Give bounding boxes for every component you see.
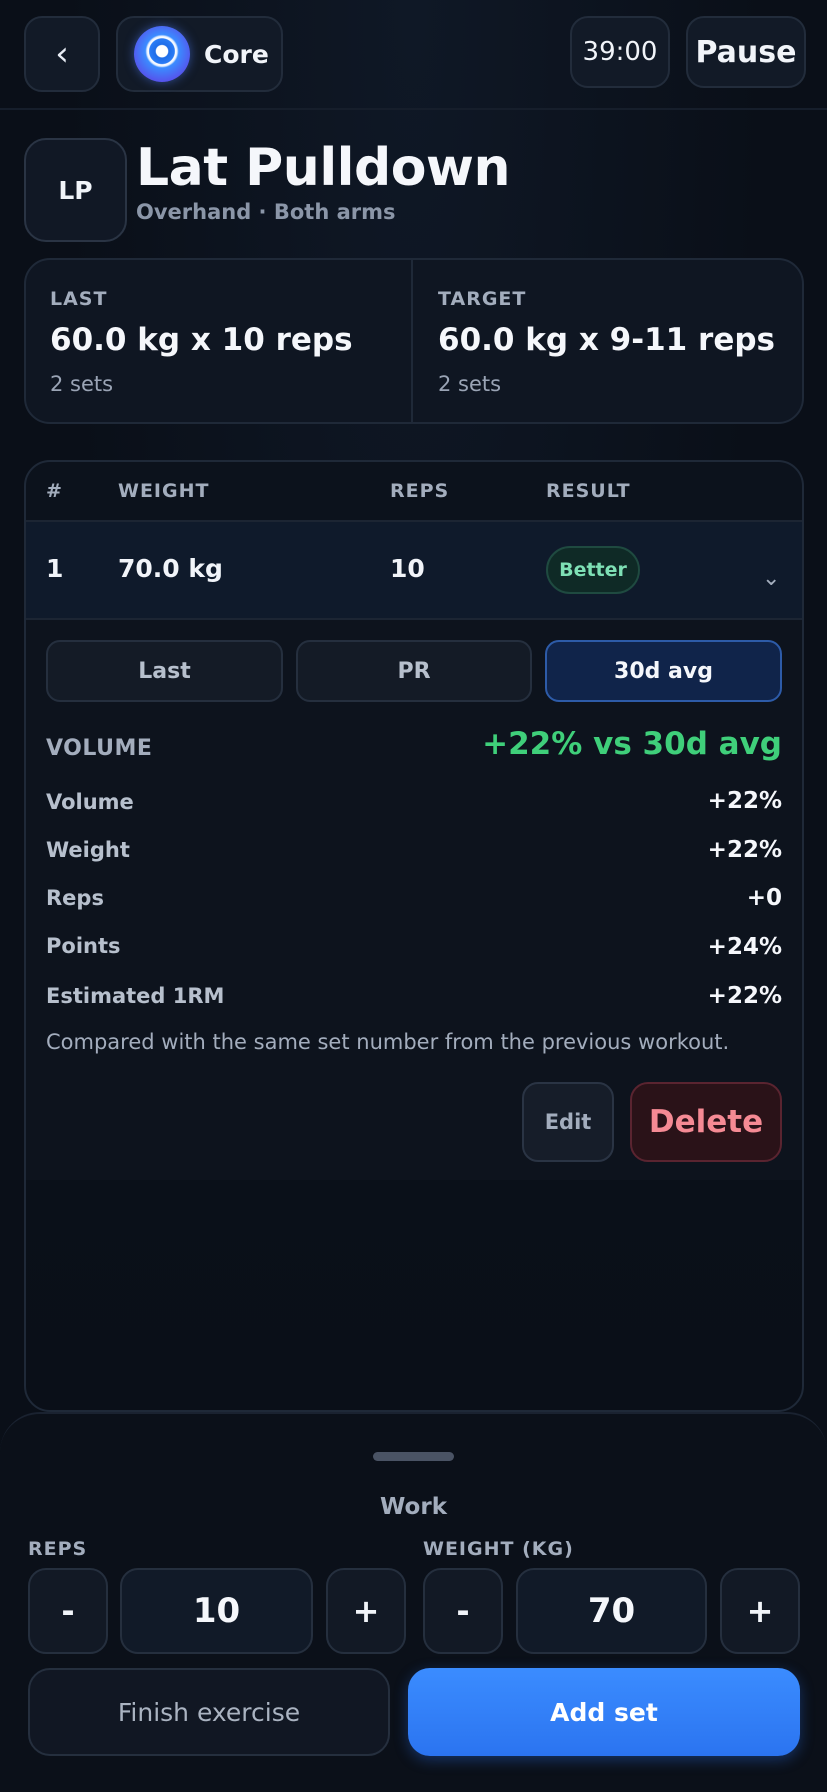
- reps-input[interactable]: 10: [120, 1568, 313, 1654]
- program-label: Core: [204, 39, 269, 69]
- target-sets: 2 sets: [438, 372, 502, 396]
- tab-pr[interactable]: PR: [296, 640, 532, 702]
- chevron-down-icon[interactable]: ⌄: [762, 566, 780, 591]
- last-label: LAST: [50, 288, 108, 310]
- metric-value-1rm: +22%: [707, 983, 782, 1009]
- comparison-note: Compared with the same set number from t…: [46, 1030, 730, 1054]
- reps-increment-button[interactable]: +: [326, 1568, 406, 1654]
- metric-value-reps: +0: [746, 885, 782, 911]
- pause-button[interactable]: Pause: [686, 16, 806, 88]
- header-divider: [0, 108, 827, 110]
- weight-label: WEIGHT (KG): [423, 1538, 574, 1560]
- weight-input[interactable]: 70: [516, 1568, 707, 1654]
- delete-button[interactable]: Delete: [630, 1082, 782, 1162]
- exercise-subtitle: Overhand · Both arms: [136, 200, 396, 224]
- chevron-left-icon: ‹: [55, 34, 69, 74]
- set-weight: 70.0 kg: [118, 554, 223, 583]
- metric-label-1rm: Estimated 1RM: [46, 984, 225, 1008]
- comparison-summary: +22% vs 30d avg: [482, 726, 782, 762]
- weight-decrement-button[interactable]: -: [423, 1568, 503, 1654]
- last-target-divider: [411, 260, 413, 422]
- col-header-number: #: [46, 480, 63, 502]
- metric-value-weight: +22%: [707, 837, 782, 863]
- tab-30d-avg[interactable]: 30d avg: [545, 640, 782, 702]
- col-header-result: RESULT: [546, 480, 631, 502]
- exercise-title: Lat Pulldown: [136, 138, 510, 198]
- target-label: TARGET: [438, 288, 527, 310]
- back-button[interactable]: ‹: [24, 16, 100, 92]
- sheet-grabber[interactable]: [373, 1452, 454, 1461]
- metric-label-reps: Reps: [46, 886, 104, 910]
- metric-label-points: Points: [46, 934, 121, 958]
- edit-button[interactable]: Edit: [522, 1082, 614, 1162]
- exercise-badge: LP: [24, 138, 127, 242]
- comparison-heading: VOLUME: [46, 736, 153, 761]
- col-header-weight: WEIGHT: [118, 480, 210, 502]
- program-pill[interactable]: Core: [116, 16, 283, 92]
- last-value: 60.0 kg x 10 reps: [50, 322, 353, 358]
- set-reps: 10: [390, 554, 425, 583]
- sheet-section-label: Work: [380, 1494, 447, 1520]
- program-orb-icon: [134, 26, 190, 82]
- metric-label-volume: Volume: [46, 790, 134, 814]
- metric-label-weight: Weight: [46, 838, 130, 862]
- workout-timer[interactable]: 39:00: [570, 16, 670, 88]
- metric-value-volume: +22%: [707, 788, 782, 814]
- add-set-button[interactable]: Add set: [408, 1668, 800, 1756]
- tab-last[interactable]: Last: [46, 640, 283, 702]
- weight-increment-button[interactable]: +: [720, 1568, 800, 1654]
- target-value: 60.0 kg x 9-11 reps: [438, 322, 775, 358]
- result-badge: Better: [546, 546, 640, 594]
- reps-label: REPS: [28, 1538, 88, 1560]
- reps-decrement-button[interactable]: -: [28, 1568, 108, 1654]
- finish-exercise-button[interactable]: Finish exercise: [28, 1668, 390, 1756]
- metric-value-points: +24%: [707, 934, 782, 960]
- set-number: 1: [46, 554, 64, 583]
- last-sets: 2 sets: [50, 372, 114, 396]
- col-header-reps: REPS: [390, 480, 450, 502]
